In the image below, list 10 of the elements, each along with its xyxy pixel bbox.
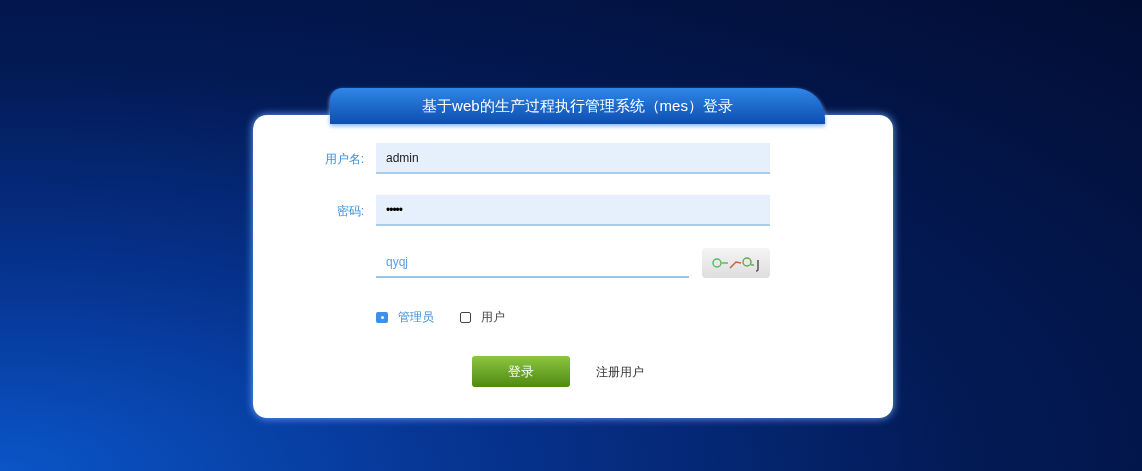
password-field[interactable]: ••••• [376,195,770,226]
field-label: 用户名: [323,150,365,168]
radio-label: 用户 [481,309,505,326]
radio-button[interactable] [460,311,471,323]
register-link[interactable]: 注册用户 [596,362,644,381]
title-banner: 基于web的生产过程执行管理系统（mes）登录 [330,88,825,124]
field-label: 密码: [335,202,365,220]
radio-button[interactable] [376,311,388,323]
radio-label: 管理员 [398,309,434,326]
username-field[interactable]: admin [376,143,770,174]
